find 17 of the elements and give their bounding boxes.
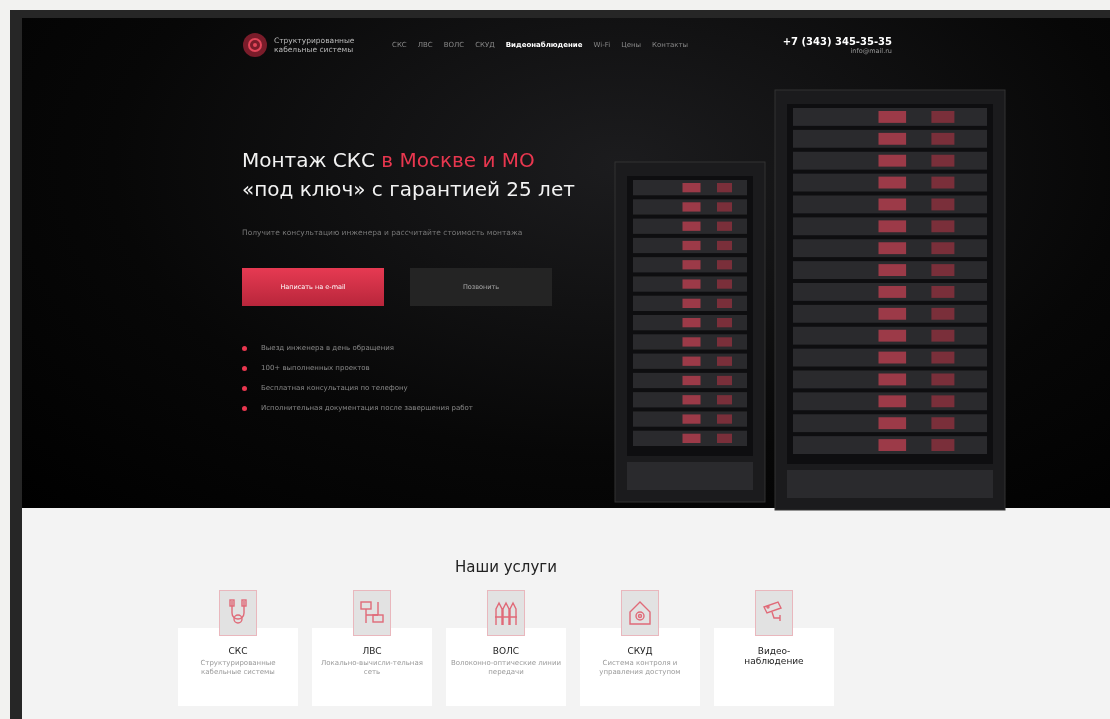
service-name: ВОЛС — [491, 646, 521, 656]
logo-icon[interactable] — [242, 32, 268, 58]
hero-title-line: Монтаж СКС в Москве и МО — [242, 147, 536, 174]
bullet-dot-icon — [242, 405, 247, 411]
hero-title-line: «под ключ» с гарантией 25 лет — [242, 176, 576, 203]
access-icon — [627, 599, 653, 627]
service-name: ЛВС — [361, 646, 383, 656]
service-name: СКС — [227, 646, 249, 656]
section-title: Наши услуги — [455, 558, 557, 576]
service-name: Видео-наблюдение — [743, 646, 805, 666]
phone-number[interactable]: +7 (343) 345-35-35 — [782, 35, 892, 47]
bullet-dot-icon — [242, 345, 247, 351]
service-name: СКУД — [626, 646, 654, 656]
service-card[interactable]: Видео-наблюдение — [714, 628, 834, 706]
fiber-icon — [493, 599, 519, 627]
bullet-dot-icon — [242, 365, 247, 371]
bullet-dot-icon — [242, 385, 247, 391]
